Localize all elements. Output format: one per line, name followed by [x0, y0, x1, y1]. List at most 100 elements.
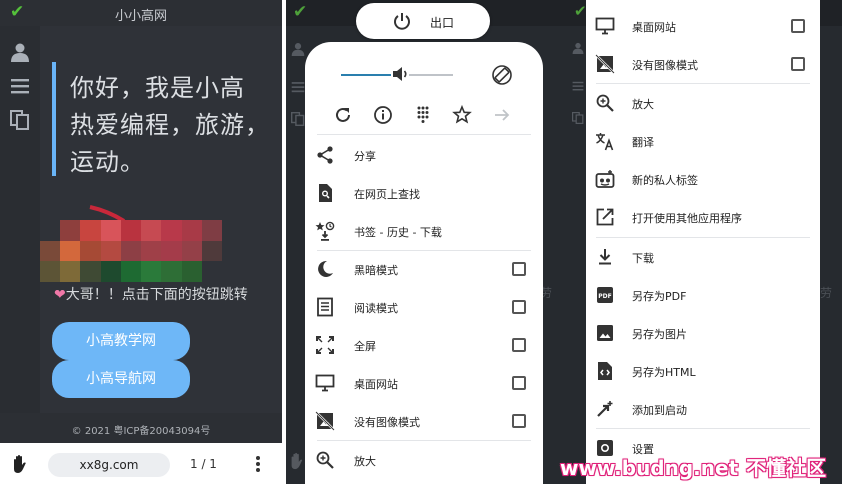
menu-item-label: 黑暗模式	[354, 264, 398, 277]
menu-icon[interactable]	[10, 76, 30, 96]
forward-arrow-icon[interactable]	[491, 104, 513, 126]
menu-item-zoom-in[interactable]: 放大	[305, 441, 543, 479]
svg-text:PDF: PDF	[598, 293, 611, 300]
obscured-text: 劳	[820, 286, 833, 300]
dark-mode-checkbox[interactable]	[512, 262, 526, 276]
menu-item-save-as-html[interactable]: 另存为HTML	[586, 352, 820, 390]
desktop-icon	[595, 17, 615, 35]
menu-item-reader-mode[interactable]: 阅读模式	[305, 288, 543, 326]
reader-mode-checkbox[interactable]	[512, 300, 526, 314]
checkmark-icon: ✔	[574, 2, 587, 20]
desktop-site-checkbox[interactable]	[512, 376, 526, 390]
site-title: 小小高网	[114, 9, 167, 24]
menu-item-label: 翻译	[632, 136, 654, 149]
menu-item-label: 新的私人标签	[632, 174, 698, 187]
hand-icon[interactable]	[10, 454, 30, 474]
fullscreen-checkbox[interactable]	[512, 338, 526, 352]
info-icon[interactable]	[372, 104, 394, 126]
menu-item-no-image-mode[interactable]: 没有图像模式	[305, 402, 543, 440]
user-icon[interactable]	[10, 42, 30, 62]
menu-item-no-image-mode[interactable]: 没有图像模式	[586, 45, 820, 83]
menu-item-save-as-pdf[interactable]: PDF 另存为PDF	[586, 276, 820, 314]
menu-item-label: 另存为HTML	[632, 366, 696, 379]
page-footer: © 2021 粤ICP备20043094号	[0, 413, 282, 443]
find-in-page-icon	[319, 184, 332, 202]
bookmark-history-icon	[315, 221, 335, 241]
fullscreen-icon	[316, 336, 334, 354]
menu-item-desktop-site[interactable]: 桌面网站	[305, 364, 543, 402]
download-icon	[599, 249, 611, 265]
translate-icon	[596, 133, 614, 151]
menu-item-find-in-page[interactable]: 在网页上查找	[305, 174, 543, 212]
no-image-mode-checkbox[interactable]	[791, 57, 805, 71]
menu-item-dark-mode[interactable]: 黑暗模式	[305, 250, 543, 288]
menu-item-fullscreen[interactable]: 全屏	[305, 326, 543, 364]
menu-item-label: 另存为PDF	[632, 290, 687, 303]
add-to-launcher-icon	[597, 401, 613, 417]
copy-icon[interactable]	[10, 110, 30, 130]
site-sidebar	[0, 26, 40, 413]
menu-item-label: 放大	[354, 455, 376, 468]
volume-slider-track[interactable]	[409, 74, 453, 76]
incognito-tab-icon	[595, 170, 615, 188]
menu-item-translate[interactable]: 翻译	[586, 122, 820, 160]
heart-icon: ❤	[54, 287, 66, 303]
no-image-icon	[595, 54, 615, 74]
menu-item-bookmarks-history-downloads[interactable]: 书签 - 历史 - 下载	[305, 212, 543, 250]
site-watermark: www.budng.net 不懂社区	[560, 456, 827, 480]
menu-item-zoom-in[interactable]: 放大	[586, 84, 820, 122]
menu-item-label: 分享	[354, 150, 376, 163]
user-icon	[291, 43, 305, 56]
banner-text: ❤大哥！！点击下面的按钮跳转	[54, 287, 248, 303]
menu-item-label: 另存为图片	[632, 328, 687, 341]
nav-site-button[interactable]: 小高导航网	[52, 360, 190, 398]
no-image-mode-checkbox[interactable]	[512, 414, 526, 428]
menu-item-new-private-tab[interactable]: 新的私人标签	[586, 160, 820, 198]
desktop-site-checkbox[interactable]	[791, 19, 805, 33]
copy-icon	[572, 112, 584, 124]
html-file-icon	[598, 362, 612, 380]
browser-bottom-bar: xx8g.com 1 / 1	[0, 443, 282, 484]
menu-item-label: 书签 - 历史 - 下载	[354, 226, 442, 239]
menu-item-label: 没有图像模式	[632, 59, 698, 72]
menu-item-share[interactable]: 分享	[305, 136, 543, 174]
menu-item-save-as-image[interactable]: 另存为图片	[586, 314, 820, 352]
url-bar[interactable]: xx8g.com	[48, 453, 170, 477]
volume-icon[interactable]	[391, 64, 411, 84]
menu-item-label: 添加到启动	[632, 404, 687, 417]
star-icon[interactable]	[451, 104, 473, 126]
open-external-icon	[596, 208, 614, 226]
menu-item-label: 在网页上查找	[354, 188, 420, 201]
reader-icon	[317, 297, 333, 317]
menu-item-label: 打开使用其他应用程序	[632, 212, 742, 225]
menu-item-download[interactable]: 下载	[586, 238, 820, 276]
tab-counter[interactable]: 1 / 1	[190, 457, 217, 471]
menu-item-desktop-site[interactable]: 桌面网站	[586, 7, 820, 45]
menu-item-open-with-other-app[interactable]: 打开使用其他应用程序	[586, 198, 820, 236]
image-icon	[597, 325, 613, 341]
power-icon	[394, 13, 410, 30]
greeting-line: 运动。	[70, 148, 145, 176]
user-icon	[572, 42, 584, 54]
copy-icon	[291, 112, 305, 126]
rotate-screen-icon[interactable]	[491, 64, 513, 86]
menu-item-label: 桌面网站	[354, 378, 398, 391]
apps-grid-icon[interactable]	[412, 104, 434, 126]
share-icon	[317, 146, 333, 164]
greeting-block: 你好，我是小高 热爱编程，旅游， 运动。	[52, 62, 274, 176]
exit-button[interactable]: 出口	[356, 3, 490, 39]
more-options-icon[interactable]	[252, 455, 264, 473]
zoom-in-icon	[316, 451, 334, 469]
exit-label: 出口	[430, 16, 455, 30]
browser-menu-panel-1: ✔ 劳 出口 分享 在网页上查找 书签 - 历史 - 下载 黑暗模式 阅读模式 …	[286, 0, 580, 484]
browser-menu: 桌面网站 没有图像模式 放大 翻译 新的私人标签 打开使用其他应用程序 下载 P…	[586, 0, 820, 484]
hand-icon	[291, 452, 303, 470]
menu-item-label: 放大	[632, 98, 654, 111]
greeting-line: 热爱编程，旅游，	[70, 111, 270, 139]
top-bar: ✔ 小小高网	[0, 0, 282, 26]
menu-item-add-to-launcher[interactable]: 添加到启动	[586, 390, 820, 428]
reload-icon[interactable]	[332, 104, 354, 126]
menu-item-label: 下载	[632, 252, 654, 265]
teaching-site-button[interactable]: 小高教学网	[52, 322, 190, 360]
volume-slider-filled[interactable]	[341, 74, 391, 76]
